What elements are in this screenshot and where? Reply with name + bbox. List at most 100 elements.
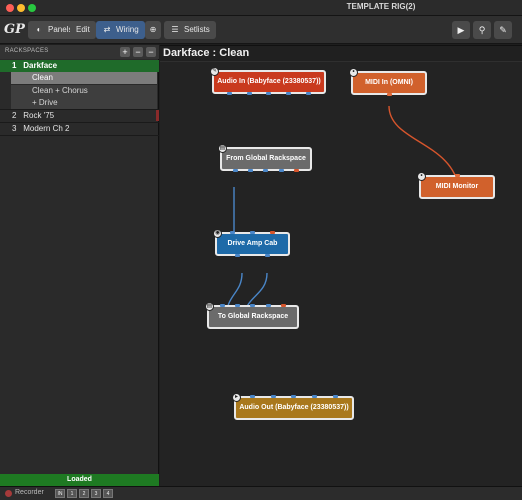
rackspace-item-rock-75[interactable]: 2 Rock '75 xyxy=(0,110,159,122)
audio-in-block[interactable]: ✎ Audio In (Babyface (23380537)) xyxy=(210,67,326,95)
audio-pin[interactable] xyxy=(286,92,292,95)
midi-pin[interactable] xyxy=(454,174,460,177)
audio-pin[interactable] xyxy=(235,304,241,307)
output-pins xyxy=(217,254,288,257)
tuner-icon: ⚲ xyxy=(478,25,486,35)
setlists-button[interactable]: ☰ Setlists xyxy=(164,21,216,39)
rackspace-sidebar: RACKSPACES + − − 1 Darkface Clean Clean … xyxy=(0,45,159,486)
audio-pin[interactable] xyxy=(270,395,276,398)
audio-pin[interactable] xyxy=(265,304,271,307)
audio-pin[interactable] xyxy=(264,254,270,257)
edit-label: Edit xyxy=(76,25,90,34)
input-pins xyxy=(421,174,493,177)
channel-4-button[interactable]: 4 xyxy=(103,489,113,498)
settings-button[interactable]: ✎ xyxy=(494,21,512,39)
rackspace-number: 3 xyxy=(12,124,17,133)
pencil-icon: ✎ xyxy=(210,67,219,76)
midi-pin[interactable] xyxy=(293,169,299,172)
audio-pin[interactable] xyxy=(278,169,284,172)
wiring-view: Darkface : Clean ✎ Audio In (Babyface (2… xyxy=(160,45,522,487)
audio-pin[interactable] xyxy=(249,395,255,398)
audio-in-label: Audio In (Babyface (23380537)) xyxy=(217,78,321,85)
audio-out-label: Audio Out (Babyface (23380537)) xyxy=(239,404,349,411)
list-icon: ☰ xyxy=(171,25,179,34)
rackspace-name: Rock '75 xyxy=(23,111,55,120)
midi-in-block[interactable]: • MIDI In (OMNI) xyxy=(349,68,427,96)
global-rackspace-button[interactable]: ⊕ xyxy=(145,21,161,39)
title-bar: TEMPLATE RIG(2) xyxy=(0,0,522,16)
wiring-button[interactable]: ⇄ Wiring xyxy=(96,21,145,39)
play-button[interactable]: ▶ xyxy=(452,21,470,39)
window-title: TEMPLATE RIG(2) xyxy=(346,2,416,11)
audio-pin[interactable] xyxy=(246,92,252,95)
audio-pin[interactable] xyxy=(312,395,318,398)
channel-3-button[interactable]: 3 xyxy=(91,489,101,498)
input-pins xyxy=(217,231,288,234)
variation-item-drive[interactable]: + Drive xyxy=(11,97,157,109)
rackspace-item-modern-ch2[interactable]: 3 Modern Ch 2 xyxy=(0,123,159,135)
midi-monitor-label: MIDI Monitor xyxy=(435,183,479,190)
audio-pin[interactable] xyxy=(266,92,272,95)
audio-pin[interactable] xyxy=(235,254,241,257)
rackspace-marker xyxy=(156,110,159,121)
record-icon[interactable] xyxy=(5,490,12,497)
audio-pin[interactable] xyxy=(227,92,233,95)
setlists-label: Setlists xyxy=(184,25,210,34)
panels-label: Panels xyxy=(48,25,73,34)
wire-connections xyxy=(225,105,460,320)
wiring-canvas[interactable]: ✎ Audio In (Babyface (23380537)) • MIDI … xyxy=(160,61,522,487)
output-pins xyxy=(214,92,324,95)
page-title: Darkface : Clean xyxy=(163,47,250,59)
from-global-block[interactable]: ▤ From Global Rackspace xyxy=(218,144,312,172)
midi-monitor-block[interactable]: • MIDI Monitor xyxy=(417,172,495,199)
audio-pin[interactable] xyxy=(291,395,297,398)
wiring-icon: ⇄ xyxy=(103,25,111,34)
midi-in-label: MIDI In (OMNI) xyxy=(365,79,413,86)
audio-pin[interactable] xyxy=(230,231,236,234)
rackspace-name: Darkface xyxy=(23,61,58,70)
audio-pin[interactable] xyxy=(305,92,311,95)
remove-rackspace-button[interactable]: − xyxy=(133,47,143,57)
input-button[interactable]: IN xyxy=(55,489,65,498)
globe-icon: ⊕ xyxy=(149,25,157,34)
app-logo-icon: GP xyxy=(4,22,25,37)
recorder-label: Recorder xyxy=(15,489,44,496)
variation-item-clean[interactable]: Clean xyxy=(11,72,157,84)
to-global-block[interactable]: ▤ To Global Rackspace xyxy=(205,302,299,329)
input-pins xyxy=(209,304,297,307)
midi-pin[interactable] xyxy=(280,304,286,307)
audio-pin[interactable] xyxy=(333,395,339,398)
output-pins xyxy=(353,93,425,96)
to-global-label: To Global Rackspace xyxy=(217,313,289,320)
audio-out-block[interactable]: ▸ Audio Out (Babyface (23380537)) xyxy=(232,393,354,420)
wiring-label: Wiring xyxy=(116,25,139,34)
midi-pin[interactable] xyxy=(269,231,275,234)
input-pins xyxy=(236,395,352,398)
rackspace-number: 2 xyxy=(12,111,17,120)
audio-pin[interactable] xyxy=(220,304,226,307)
output-pins xyxy=(222,169,310,172)
drive-amp-cab-label: Drive Amp Cab xyxy=(227,240,278,247)
wrench-icon: ✎ xyxy=(499,25,507,35)
audio-pin[interactable] xyxy=(248,169,254,172)
drive-amp-cab-block[interactable]: ◉ Drive Amp Cab xyxy=(213,229,290,257)
status-loaded: Loaded xyxy=(0,474,159,486)
rackspace-icon: ▤ xyxy=(218,144,227,153)
rackspaces-header: RACKSPACES + − − xyxy=(0,45,159,59)
collapse-rackspace-button[interactable]: − xyxy=(146,47,156,57)
channel-2-button[interactable]: 2 xyxy=(79,489,89,498)
audio-pin[interactable] xyxy=(250,304,256,307)
channel-1-button[interactable]: 1 xyxy=(67,489,77,498)
rackspaces-header-label: RACKSPACES xyxy=(5,48,49,54)
edit-button[interactable]: Edit xyxy=(70,21,96,39)
audio-pin[interactable] xyxy=(249,231,255,234)
add-rackspace-button[interactable]: + xyxy=(120,47,130,57)
audio-pin[interactable] xyxy=(233,169,239,172)
rackspace-number: 1 xyxy=(12,61,17,70)
rackspace-item-darkface[interactable]: 1 Darkface xyxy=(0,60,159,72)
midi-pin[interactable] xyxy=(386,93,392,96)
rackspace-name: Modern Ch 2 xyxy=(23,124,70,133)
tuner-button[interactable]: ⚲ xyxy=(473,21,491,39)
audio-pin[interactable] xyxy=(263,169,269,172)
variation-item-clean-chorus[interactable]: Clean + Chorus xyxy=(11,85,157,97)
